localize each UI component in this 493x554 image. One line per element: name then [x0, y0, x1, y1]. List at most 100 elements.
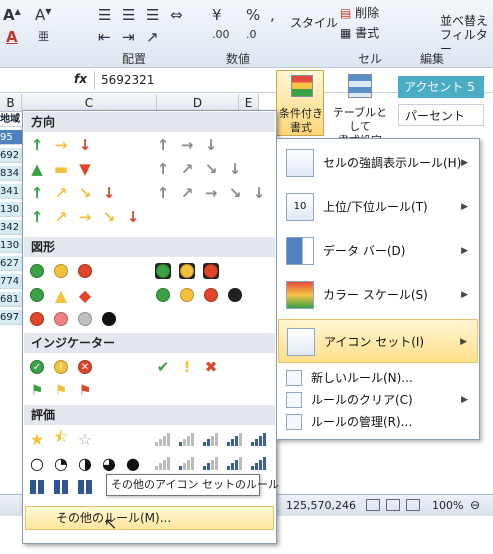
shape-icon[interactable]: ▲ — [51, 285, 71, 305]
shape-icon[interactable] — [225, 285, 245, 305]
zoom-out-icon[interactable]: ⊖ — [470, 498, 480, 512]
align-center-icon[interactable]: ☰ — [122, 6, 135, 24]
phonetic-icon[interactable]: 亜 — [38, 28, 49, 44]
styles-button[interactable]: スタイル — [290, 14, 338, 31]
arrow-icon[interactable]: ↑ — [153, 135, 173, 155]
format-button[interactable]: ▦ 書式 — [340, 24, 400, 41]
traffic-light-icon[interactable] — [153, 261, 173, 281]
menu-clear-rules[interactable]: ルールのクリア(C) ▶ — [278, 389, 478, 411]
conditional-format-button[interactable]: 条件付き 書式 — [276, 70, 324, 136]
orientation-icon[interactable]: ↗ — [146, 28, 159, 46]
flag-icon[interactable]: ⚑ — [51, 381, 71, 401]
arrow-icon[interactable]: ↑ — [153, 159, 173, 179]
flag-icon[interactable]: ⚑ — [75, 381, 95, 401]
quarter-icon[interactable]: ● — [123, 453, 143, 473]
currency-icon[interactable]: ¥ — [212, 6, 222, 24]
exclaim-circle-icon[interactable]: ! — [51, 357, 71, 377]
menu-icon-sets[interactable]: アイコン セット(I) ▶ — [278, 319, 478, 363]
quarter-icon[interactable]: ◑ — [75, 453, 95, 473]
shape-icon[interactable] — [177, 285, 197, 305]
star-icon[interactable]: ⯪ — [51, 427, 71, 449]
cell-value[interactable]: 130 — [0, 202, 22, 217]
flag-icon[interactable]: ⚑ — [27, 381, 47, 401]
cell-value[interactable]: 342 — [0, 220, 22, 235]
shape-icon[interactable] — [75, 261, 95, 281]
signal-bars-icon[interactable] — [177, 453, 197, 473]
menu-new-rule[interactable]: 新しいルール(N)... — [278, 367, 478, 389]
page-break-icon[interactable] — [406, 499, 420, 511]
signal-bars-icon[interactable] — [225, 429, 245, 449]
arrow-icon[interactable]: → — [177, 135, 197, 155]
zoom-level[interactable]: 100% — [432, 499, 463, 512]
check-circle-icon[interactable]: ✓ — [27, 357, 47, 377]
arrow-icon[interactable]: ↓ — [225, 159, 245, 179]
arrow-icon[interactable]: ↑ — [153, 183, 173, 203]
shape-icon[interactable] — [75, 309, 95, 329]
more-rules-button[interactable]: その他のルール(M)... — [25, 506, 274, 530]
menu-color-scales[interactable]: カラー スケール(S) ▶ — [278, 273, 478, 317]
x-icon[interactable]: ✖ — [201, 357, 221, 377]
percent-button[interactable]: % — [246, 6, 260, 24]
decimal-increase-icon[interactable]: .00 — [212, 28, 230, 41]
comma-button[interactable]: , — [270, 6, 275, 24]
column-header-b[interactable]: B — [0, 94, 22, 112]
arrow-icon[interactable]: ▼ — [75, 159, 95, 179]
quarter-icon[interactable]: ○ — [27, 453, 47, 473]
shape-icon[interactable] — [27, 285, 47, 305]
arrow-icon[interactable]: ↓ — [75, 135, 95, 155]
delete-button[interactable]: ▤ 削除 — [340, 4, 400, 21]
x-circle-icon[interactable]: ✕ — [75, 357, 95, 377]
signal-bars-icon[interactable] — [225, 453, 245, 473]
arrow-icon[interactable]: ▲ — [27, 159, 47, 179]
arrow-icon[interactable]: ↑ — [27, 183, 47, 203]
style-accent5[interactable]: アクセント 5 — [398, 76, 484, 98]
cell-value[interactable]: 95 — [0, 130, 22, 145]
align-right-icon[interactable]: ☰ — [146, 6, 159, 24]
shape-icon[interactable] — [27, 261, 47, 281]
arrow-icon[interactable]: ↘ — [201, 159, 221, 179]
shape-icon[interactable] — [99, 309, 119, 329]
arrow-icon[interactable]: → — [201, 183, 221, 203]
indent-increase-icon[interactable]: ⇥ — [122, 28, 135, 46]
cell-value[interactable]: 774 — [0, 274, 22, 289]
signal-bars-icon[interactable] — [177, 429, 197, 449]
signal-bars-icon[interactable] — [153, 453, 173, 473]
menu-top-bottom-rules[interactable]: 10 上位/下位ルール(T) ▶ — [278, 185, 478, 229]
arrow-icon[interactable]: ↓ — [99, 183, 119, 203]
align-left-icon[interactable]: ☰ — [98, 6, 111, 24]
arrow-icon[interactable]: ↗ — [177, 183, 197, 203]
cell-value[interactable]: 130 — [0, 238, 22, 253]
shape-icon[interactable] — [27, 309, 47, 329]
menu-manage-rules[interactable]: ルールの管理(R)... — [278, 411, 478, 433]
arrow-icon[interactable]: ↓ — [249, 183, 269, 203]
shape-icon[interactable] — [201, 285, 221, 305]
font-size-increase-icon[interactable]: A▲ — [3, 6, 21, 24]
sort-filter-button[interactable]: 並べ替え フィルター — [440, 14, 493, 56]
cell-value[interactable]: 697 — [0, 310, 22, 325]
menu-data-bars[interactable]: データ バー(D) ▶ — [278, 229, 478, 273]
signal-bars-icon[interactable] — [249, 429, 269, 449]
arrow-icon[interactable]: ↗ — [51, 207, 71, 227]
signal-bars-icon[interactable] — [201, 453, 221, 473]
arrow-icon[interactable]: ↘ — [99, 207, 119, 227]
normal-view-icon[interactable] — [366, 499, 380, 511]
arrow-icon[interactable]: → — [75, 207, 95, 227]
signal-bars-icon[interactable] — [201, 429, 221, 449]
traffic-light-icon[interactable] — [177, 261, 197, 281]
arrow-icon[interactable]: ↑ — [27, 207, 47, 227]
arrow-icon[interactable]: ↗ — [177, 159, 197, 179]
star-icon[interactable]: ★ — [27, 429, 47, 449]
box-icon[interactable] — [75, 477, 95, 497]
font-color-icon[interactable]: A — [6, 28, 18, 46]
arrow-icon[interactable]: ↑ — [27, 135, 47, 155]
cell-value[interactable]: 681 — [0, 292, 22, 307]
quarter-icon[interactable]: ◔ — [51, 453, 71, 473]
quarter-icon[interactable]: ◕ — [99, 453, 119, 473]
traffic-light-icon[interactable] — [201, 261, 221, 281]
signal-bars-icon[interactable] — [249, 453, 269, 473]
shape-icon[interactable]: ◆ — [75, 285, 95, 305]
shape-icon[interactable] — [51, 309, 71, 329]
arrow-icon[interactable]: ↘ — [75, 183, 95, 203]
style-percent[interactable]: パーセント — [398, 104, 484, 126]
signal-bars-icon[interactable] — [153, 429, 173, 449]
